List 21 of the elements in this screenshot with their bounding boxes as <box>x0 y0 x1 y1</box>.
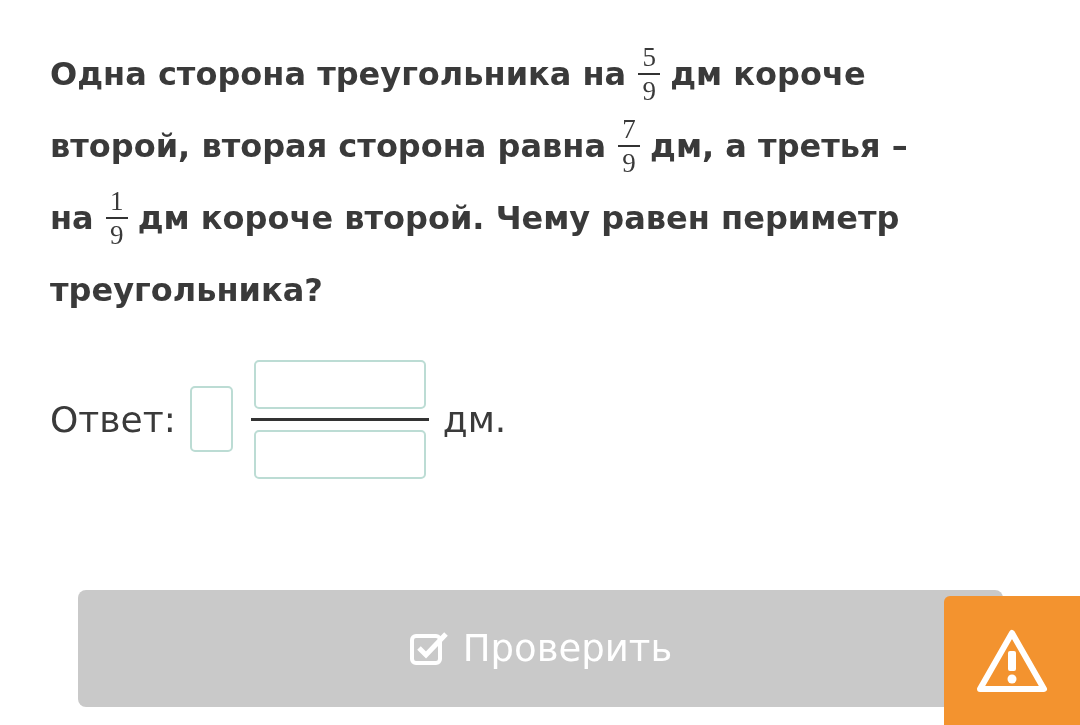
whole-part-field[interactable] <box>189 386 233 452</box>
fraction-denominator: 9 <box>109 221 124 249</box>
fraction-numerator: 7 <box>622 115 636 143</box>
question-text: Одна сторона треугольника на <box>50 54 627 94</box>
answer-label: Ответ: <box>50 398 176 440</box>
question-text: дм короче <box>670 54 866 94</box>
warning-icon <box>976 628 1048 693</box>
question-text: на <box>50 198 94 238</box>
question-text: второй, вторая сторона равна <box>50 126 607 166</box>
numerator-field[interactable] <box>253 359 426 409</box>
denominator-field[interactable] <box>253 429 426 479</box>
fraction-numerator: 1 <box>109 187 124 215</box>
fraction-denominator: 9 <box>622 149 636 177</box>
report-button[interactable] <box>944 596 1080 725</box>
question-text: дм, а третья – <box>650 126 908 166</box>
checkbox-icon <box>408 630 449 667</box>
question-text: треугольника? <box>50 270 323 310</box>
question-text: дм короче второй. Чему равен периметр <box>137 198 900 238</box>
unit-label: дм. <box>442 398 507 440</box>
fraction-numerator: 5 <box>642 43 656 71</box>
fraction-denominator: 9 <box>642 77 656 105</box>
